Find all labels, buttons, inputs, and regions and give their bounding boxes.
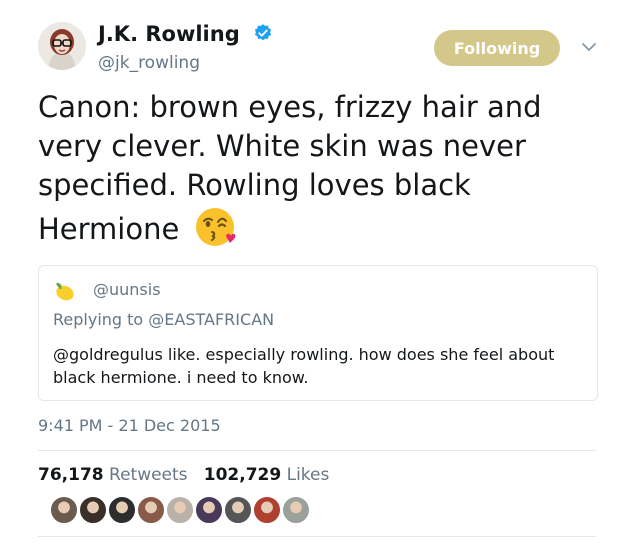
retweets-label: Retweets xyxy=(109,465,188,485)
quoted-replying-to[interactable]: Replying to @EASTAFRICAN xyxy=(53,310,274,329)
lemon-emoji-icon xyxy=(56,282,74,301)
author-avatar[interactable] xyxy=(38,22,86,70)
liker-avatar[interactable] xyxy=(137,496,165,524)
retweets-stat[interactable]: 76,178 Retweets xyxy=(38,465,188,485)
divider xyxy=(38,536,596,537)
liker-avatar[interactable] xyxy=(253,496,281,524)
likes-count: 102,729 xyxy=(203,465,282,485)
likes-stat[interactable]: 102,729 Likes xyxy=(204,465,330,485)
liker-avatar[interactable] xyxy=(79,496,107,524)
tweet-text-content: Canon: brown eyes, frizzy hair and very … xyxy=(38,90,542,246)
tweet-stats: 76,178 Retweets 102,729 Likes xyxy=(38,465,329,485)
author-name-text[interactable]: J.K. Rowling xyxy=(98,22,240,46)
liker-avatar[interactable] xyxy=(166,496,194,524)
tweet-timestamp[interactable]: 9:41 PM - 21 Dec 2015 xyxy=(38,416,221,435)
liker-avatar[interactable] xyxy=(224,496,252,524)
likes-label: Likes xyxy=(286,465,330,485)
quoted-tweet[interactable]: @uunsis Replying to @EASTAFRICAN @goldre… xyxy=(38,265,598,401)
quoted-handle[interactable]: @uunsis xyxy=(93,280,161,299)
liker-avatar[interactable] xyxy=(195,496,223,524)
face-blowing-kiss-emoji-icon xyxy=(195,208,235,246)
liker-avatar[interactable] xyxy=(108,496,136,524)
divider xyxy=(38,450,596,451)
following-button[interactable]: Following xyxy=(434,30,560,66)
liker-avatar[interactable] xyxy=(282,496,310,524)
author-handle[interactable]: @jk_rowling xyxy=(98,53,200,73)
tweet-text: Canon: brown eyes, frizzy hair and very … xyxy=(38,88,608,249)
author-name[interactable]: J.K. Rowling xyxy=(98,22,273,46)
verified-badge-icon xyxy=(254,24,272,41)
jk-rowling-avatar-icon xyxy=(38,22,86,70)
quoted-tweet-text: @goldregulus like. especially rowling. h… xyxy=(53,345,555,387)
liker-avatar[interactable] xyxy=(50,496,78,524)
retweets-count: 76,178 xyxy=(38,465,104,485)
chevron-down-icon[interactable] xyxy=(580,38,598,56)
